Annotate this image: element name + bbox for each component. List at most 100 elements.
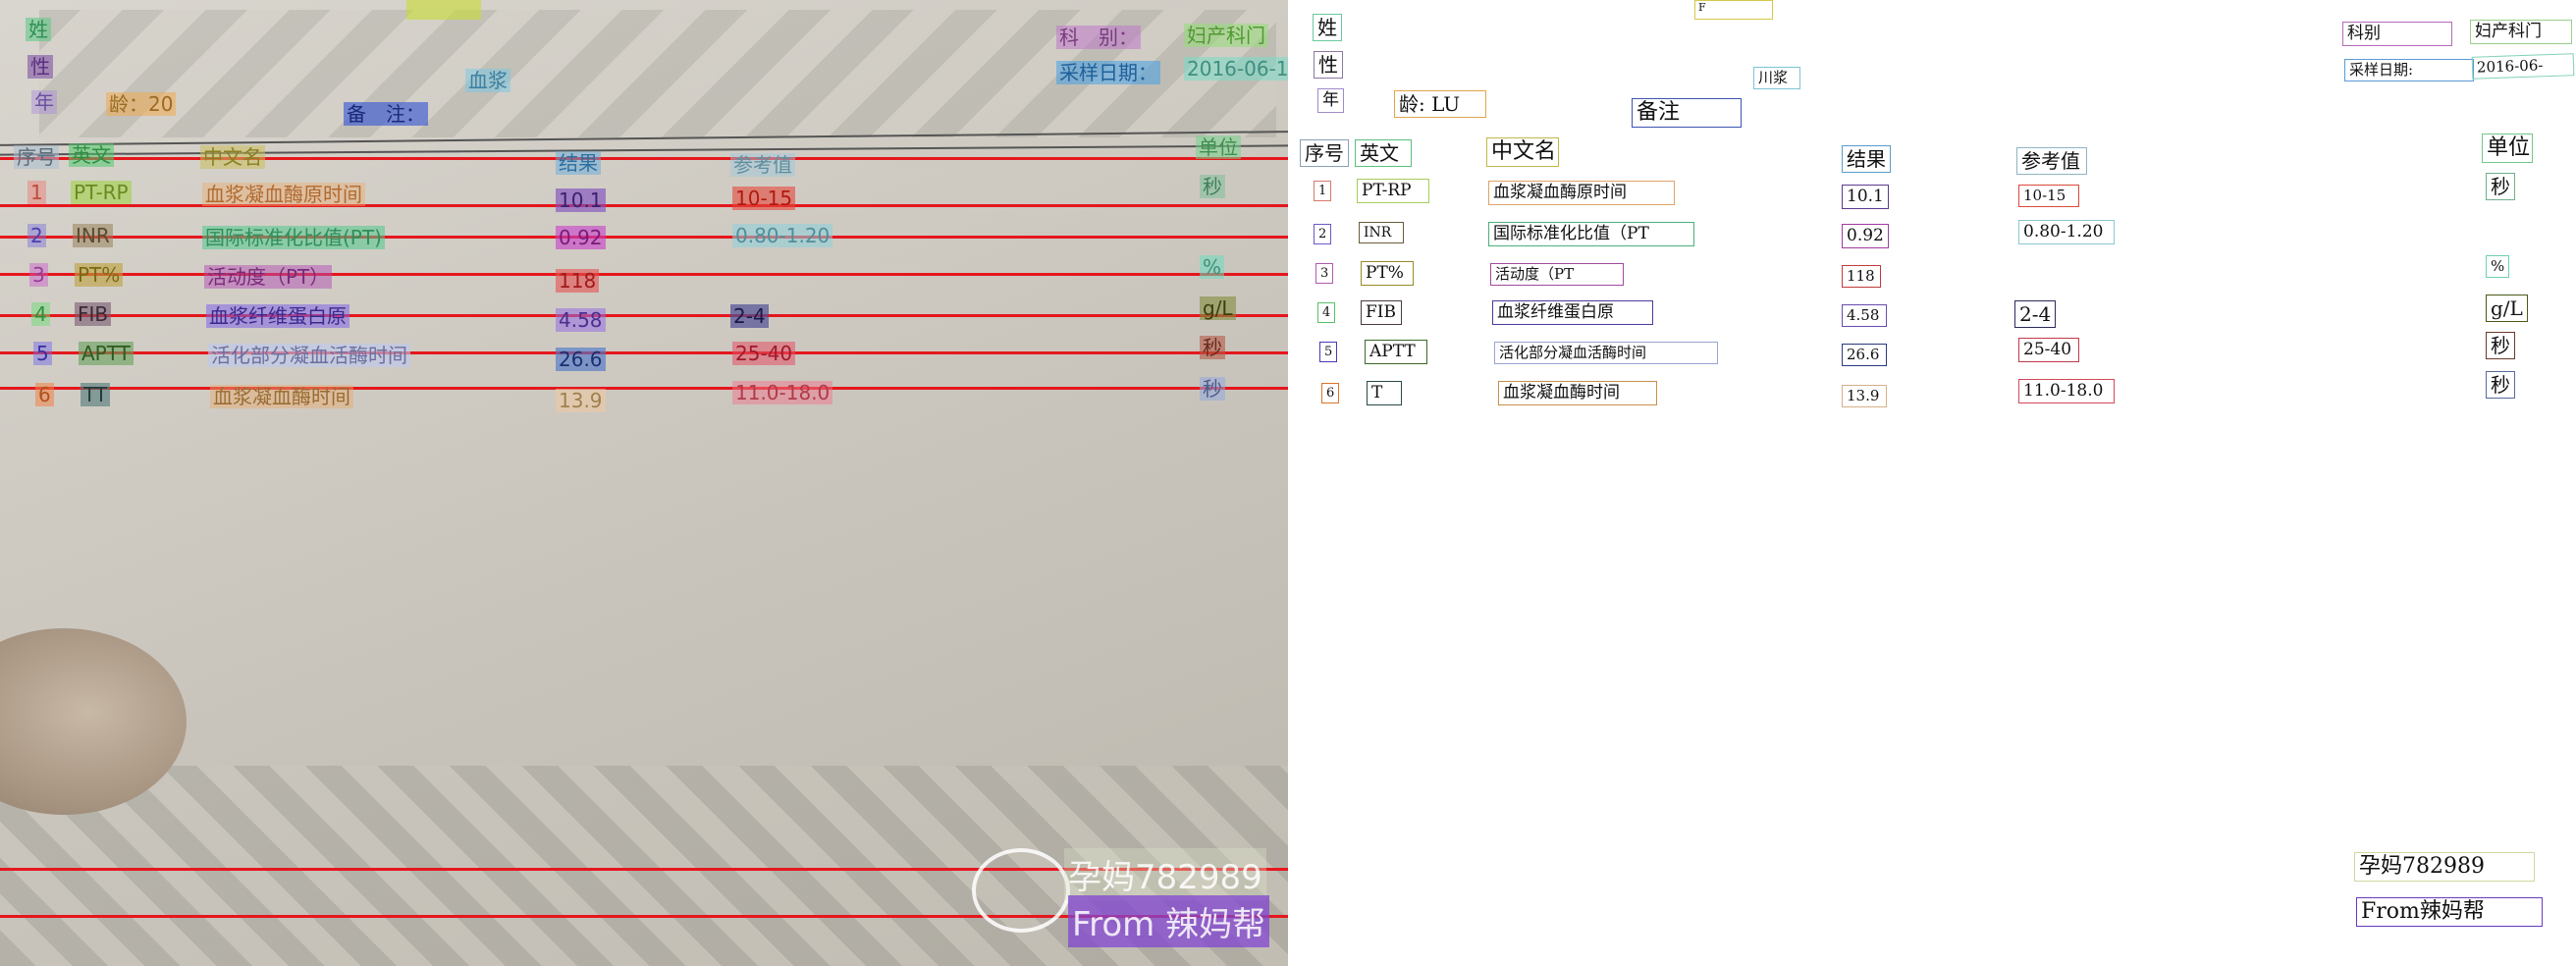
photo-name-char: 姓 bbox=[26, 18, 51, 41]
photo-dept-value: 妇产科门 bbox=[1184, 24, 1268, 47]
photo-row3-result: 118 bbox=[556, 269, 600, 293]
photo-row4-en: FIB bbox=[75, 302, 112, 326]
panel-row4-ref: 2-4 bbox=[2014, 300, 2056, 328]
photo-row4-no: 4 bbox=[31, 302, 50, 326]
panel-row4-result: 4.58 bbox=[1842, 304, 1887, 327]
panel-row5-cn: 活化部分凝血活酶时间 bbox=[1494, 342, 1718, 364]
photo-gender-char: 性 bbox=[27, 55, 53, 79]
panel-row5-no: 5 bbox=[1319, 342, 1338, 362]
panel-col-cn: 中文名 bbox=[1486, 137, 1559, 167]
panel-row3-result: 118 bbox=[1842, 265, 1881, 288]
photo-row5-result: 26.6 bbox=[556, 348, 606, 371]
red-line bbox=[0, 351, 1288, 354]
photo-col-en: 英文 bbox=[69, 143, 114, 167]
photo-row1-ref: 10-15 bbox=[732, 187, 796, 210]
photo-row5-unit: 秒 bbox=[1200, 336, 1225, 359]
photo-row1-result: 10.1 bbox=[556, 188, 606, 212]
photo-row6-result: 13.9 bbox=[556, 389, 606, 412]
panel-row6-no: 6 bbox=[1321, 383, 1340, 403]
panel-name-char: 姓 bbox=[1313, 14, 1342, 41]
photo-col-no: 序号 bbox=[14, 145, 59, 169]
ocr-render-panel: 姓 F 科别 妇产科门 性 川浆 采样日期: 2016-06- 年 龄: LU … bbox=[1288, 0, 2576, 966]
panel-row3-en: PT% bbox=[1361, 261, 1414, 286]
comparison-view: 姓 性 年 龄：20 备 注： 血浆 科 别： 妇产科门 采样日期： 2016-… bbox=[0, 0, 2576, 966]
panel-row1-unit: 秒 bbox=[2486, 173, 2515, 200]
photo-row5-cn: 活化部分凝血活酶时间 bbox=[208, 344, 410, 367]
panel-col-en: 英文 bbox=[1355, 139, 1412, 167]
photo-age-label: 年 bbox=[31, 90, 57, 114]
panel-row3-unit: % bbox=[2486, 255, 2510, 278]
photo-row2-result: 0.92 bbox=[556, 226, 606, 249]
panel-sample: 川浆 bbox=[1753, 67, 1800, 89]
photo-col-result: 结果 bbox=[556, 151, 601, 175]
photo-row1-unit: 秒 bbox=[1200, 175, 1225, 198]
panel-row2-result: 0.92 bbox=[1842, 224, 1889, 248]
photo-sample: 血浆 bbox=[465, 69, 510, 92]
photo-note-label: 备 注： bbox=[344, 102, 428, 126]
red-line bbox=[0, 314, 1288, 317]
photo-row2-en: INR bbox=[73, 224, 113, 247]
photo-row5-no: 5 bbox=[33, 342, 52, 365]
panel-row6-unit: 秒 bbox=[2486, 371, 2515, 399]
panel-note-label: 备注 bbox=[1632, 98, 1742, 128]
photo-header-stamp bbox=[406, 0, 481, 20]
panel-row4-unit: g/L bbox=[2486, 295, 2528, 322]
photo-row6-en: TT bbox=[80, 383, 111, 406]
panel-row3-cn: 活动度（PT bbox=[1490, 263, 1624, 286]
photo-row2-cn: 国际标准化比值(PT) bbox=[202, 226, 385, 249]
panel-row6-en: T bbox=[1367, 381, 1402, 405]
photo-row6-ref: 11.0-18.0 bbox=[732, 381, 833, 404]
panel-date-label: 采样日期: bbox=[2344, 59, 2474, 81]
panel-watermark-line1: 孕妈782989 bbox=[2354, 852, 2535, 882]
photo-col-cn: 中文名 bbox=[200, 145, 265, 169]
photo-row3-unit: % bbox=[1200, 255, 1225, 279]
photo-row4-unit: g/L bbox=[1200, 296, 1236, 320]
photo-row1-cn: 血浆凝血酶原时间 bbox=[202, 183, 365, 206]
panel-row1-no: 1 bbox=[1314, 181, 1332, 201]
panel-row2-en: INR bbox=[1359, 222, 1404, 243]
photo-row3-en: PT% bbox=[75, 263, 124, 287]
photo-row2-ref: 0.80-1.20 bbox=[732, 224, 833, 247]
panel-row2-cn: 国际标准化比值（PT bbox=[1488, 222, 1694, 246]
panel-row5-unit: 秒 bbox=[2486, 332, 2515, 359]
red-line bbox=[0, 273, 1288, 276]
photo-row1-no: 1 bbox=[27, 181, 46, 204]
panel-row4-en: FIB bbox=[1361, 300, 1402, 325]
panel-row1-en: PT-RP bbox=[1357, 179, 1429, 203]
lab-report-photo: 姓 性 年 龄：20 备 注： 血浆 科 别： 妇产科门 采样日期： 2016-… bbox=[0, 0, 1288, 966]
watermark-line1: 孕妈782989 bbox=[1064, 848, 1266, 900]
photo-row3-cn: 活动度（PT） bbox=[204, 265, 333, 289]
photo-date-value: 2016-06-1 bbox=[1184, 57, 1288, 80]
red-line bbox=[0, 204, 1288, 207]
red-line bbox=[0, 387, 1288, 390]
watermark-logo-icon bbox=[972, 848, 1070, 933]
panel-row1-cn: 血浆凝血酶原时间 bbox=[1488, 181, 1675, 205]
red-line bbox=[0, 157, 1288, 160]
panel-row4-cn: 血浆纤维蛋白原 bbox=[1492, 300, 1653, 325]
panel-col-no: 序号 bbox=[1300, 139, 1349, 167]
panel-date-value: 2016-06- bbox=[2471, 53, 2575, 80]
photo-dept-label: 科 别： bbox=[1056, 26, 1141, 49]
panel-row1-ref: 10-15 bbox=[2018, 185, 2079, 207]
panel-row3-no: 3 bbox=[1315, 263, 1334, 284]
red-line bbox=[0, 236, 1288, 239]
panel-row6-cn: 血浆凝血酶时间 bbox=[1498, 381, 1657, 405]
photo-row5-ref: 25-40 bbox=[732, 342, 796, 365]
panel-row5-result: 26.6 bbox=[1842, 344, 1887, 366]
panel-dept-value: 妇产科门 bbox=[2470, 20, 2572, 44]
photo-row1-en: PT-RP bbox=[71, 181, 132, 204]
panel-row5-ref: 25-40 bbox=[2018, 338, 2079, 362]
photo-row4-result: 4.58 bbox=[556, 308, 606, 332]
panel-gender-char: 性 bbox=[1314, 51, 1343, 79]
printed-rule-2 bbox=[0, 144, 1288, 156]
panel-row6-ref: 11.0-18.0 bbox=[2018, 379, 2115, 403]
photo-row4-ref: 2-4 bbox=[730, 304, 769, 328]
panel-top-mark: F bbox=[1694, 0, 1773, 20]
photo-row6-unit: 秒 bbox=[1200, 377, 1225, 401]
panel-row1-result: 10.1 bbox=[1842, 185, 1889, 209]
photo-row4-cn: 血浆纤维蛋白原 bbox=[206, 304, 349, 328]
photo-age-value: 龄：20 bbox=[106, 92, 177, 116]
photo-row2-no: 2 bbox=[27, 224, 46, 247]
panel-watermark-line2: From辣妈帮 bbox=[2356, 897, 2543, 927]
panel-dept-label: 科别 bbox=[2342, 22, 2452, 46]
